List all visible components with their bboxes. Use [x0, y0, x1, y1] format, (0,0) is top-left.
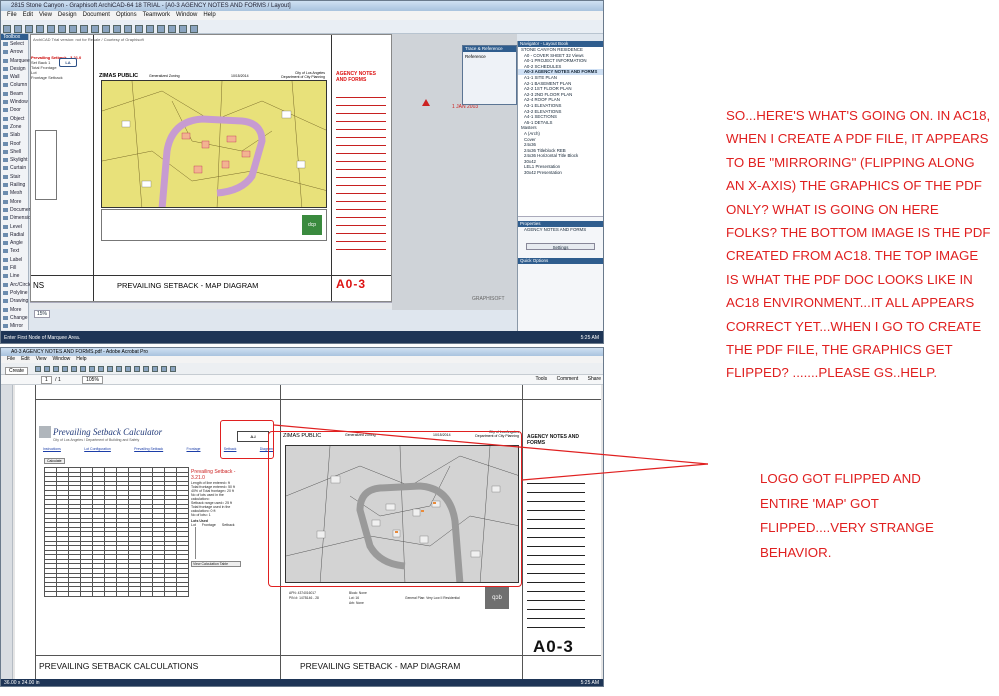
callout-annotation: LOGO GOT FLIPPED AND ENTIRE 'MAP' GOT FL… [760, 471, 934, 560]
main-annotation: SO...HERE'S WHAT'S GOING ON. IN AC18, WH… [726, 108, 991, 381]
